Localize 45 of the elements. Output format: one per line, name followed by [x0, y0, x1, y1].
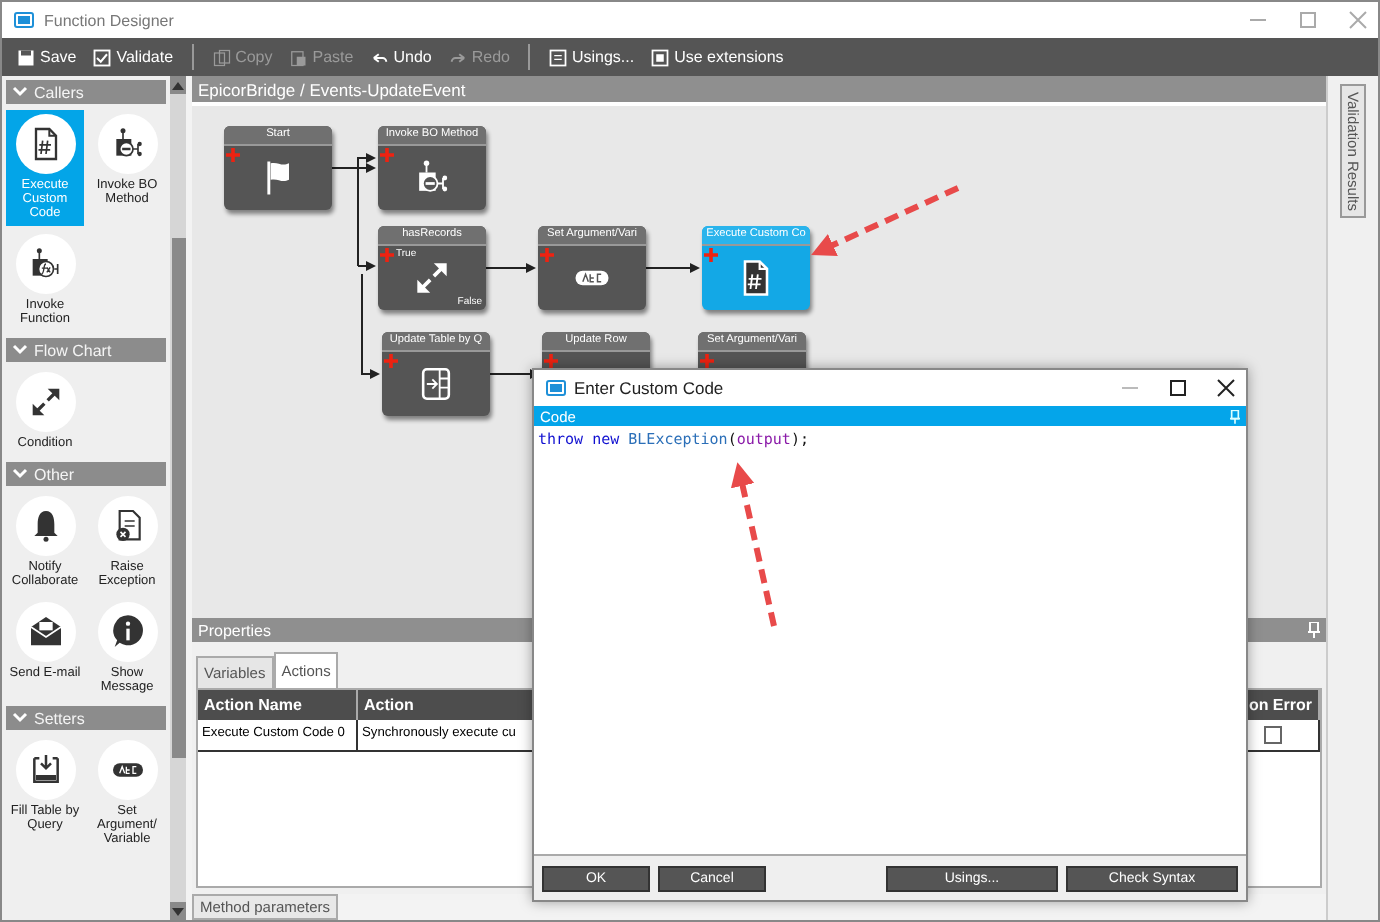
chevron-icon: [12, 712, 28, 724]
breadcrumb: EpicorBridge / Events-UpdateEvent: [192, 76, 1326, 102]
maximize-icon[interactable]: [1166, 378, 1190, 398]
app-icon: [14, 12, 34, 28]
chevron-icon: [12, 344, 28, 356]
toolbar-button[interactable]: Use extensions: [644, 41, 790, 73]
checkbox[interactable]: [1264, 726, 1282, 744]
panel-title: Properties: [198, 621, 271, 639]
scrollbar[interactable]: [170, 76, 186, 920]
scroll-up-button[interactable]: [170, 76, 186, 94]
close-icon[interactable]: [1214, 378, 1238, 398]
connector-arrow: [645, 263, 700, 273]
plus-icon[interactable]: [226, 148, 240, 162]
column-header: Action Name: [198, 690, 358, 720]
toolbar-button[interactable]: Usings...: [541, 41, 641, 73]
section-title: Flow Chart: [34, 341, 112, 359]
scroll-thumb[interactable]: [171, 238, 185, 758]
section-title: Setters: [34, 709, 85, 727]
info-bubble-icon: [107, 612, 147, 652]
copy-icon: [211, 47, 232, 67]
plus-icon[interactable]: [540, 248, 554, 262]
window-title: Function Designer: [44, 11, 176, 29]
paste-icon: [288, 47, 309, 67]
chevron-icon: [12, 86, 28, 98]
plus-icon[interactable]: [380, 248, 394, 262]
checkbox-icon: [92, 47, 113, 67]
toolbar-button[interactable]: Validate: [86, 41, 180, 73]
plus-icon[interactable]: [544, 354, 558, 368]
list-icon: [547, 47, 568, 67]
pin-icon[interactable]: [1308, 622, 1320, 638]
square-icon: [650, 47, 671, 67]
dialog-title: Enter Custom Code: [574, 378, 726, 398]
scroll-down-button[interactable]: [170, 902, 186, 920]
chevron-icon: [12, 468, 28, 480]
toolbar-button[interactable]: Undo: [363, 41, 438, 73]
app-icon: [546, 380, 566, 396]
connector-arrow: [485, 263, 536, 273]
plus-icon[interactable]: [384, 354, 398, 368]
section-title: Callers: [34, 83, 84, 101]
plus-icon[interactable]: [700, 354, 714, 368]
section-title: Other: [34, 465, 75, 483]
plus-icon[interactable]: [704, 248, 718, 262]
pin-icon[interactable]: [1230, 409, 1240, 423]
toolbar-button[interactable]: Save: [10, 41, 83, 73]
plus-icon[interactable]: [380, 148, 394, 162]
